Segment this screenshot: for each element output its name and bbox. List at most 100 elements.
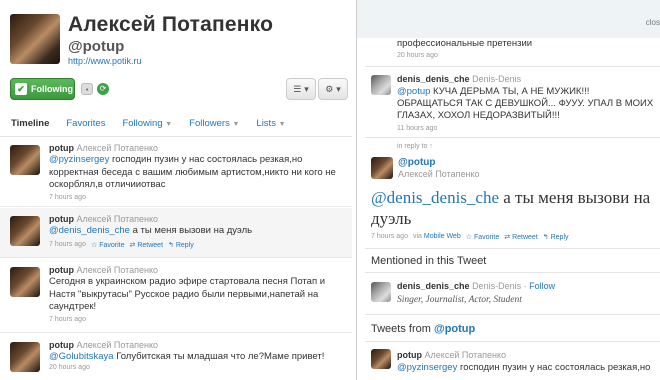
tweet-item[interactable]: potup Алексей Потапенко Сегодня в украин…: [0, 259, 352, 333]
retweet-icon: ⇄: [129, 242, 136, 249]
divider: [365, 66, 660, 67]
tweet-fullname: Алексей Потапенко: [76, 265, 159, 275]
bottom-tweet-username[interactable]: potup: [397, 350, 422, 360]
reply-author-avatar[interactable]: [371, 75, 391, 95]
tweet-mention-link[interactable]: @denis_denis_che: [49, 225, 130, 236]
via-source-link[interactable]: Mobile Web: [424, 233, 461, 240]
settings-menu-button[interactable]: ⚙ ▾: [318, 78, 348, 100]
tweet-time[interactable]: 20 hours ago: [49, 364, 90, 371]
main-author-fullname: Алексей Потапенко: [398, 169, 480, 179]
reply-action[interactable]: ↰ Reply: [543, 233, 569, 241]
tab-followers[interactable]: Followers ▼: [189, 118, 239, 136]
tweet-mention-link[interactable]: @Golubitskaya: [49, 351, 114, 362]
tweet-item-selected[interactable]: potup Алексей Потапенко @denis_denis_che…: [0, 208, 352, 258]
tweet-meta: 7 hours ago: [49, 316, 86, 323]
reply-mention-link[interactable]: @potup: [397, 86, 430, 97]
tweet-text-rest: а ты меня вызови на дуэль: [129, 225, 253, 236]
previous-tweet-time[interactable]: 20 hours ago: [397, 52, 438, 59]
tweet-time[interactable]: 7 hours ago: [49, 241, 86, 249]
mentioned-user-avatar[interactable]: [371, 282, 391, 302]
main-mention-link[interactable]: @denis_denis_che: [371, 188, 499, 207]
follow-link[interactable]: Follow: [529, 281, 555, 291]
main-author-username[interactable]: @potup: [398, 157, 436, 168]
favorite-action[interactable]: ☆ Favorite: [91, 241, 125, 249]
main-tweet-time[interactable]: 7 hours ago: [371, 233, 408, 241]
star-icon: ☆: [90, 242, 98, 249]
chevron-down-icon: ▾: [304, 83, 309, 94]
reply-author-username[interactable]: denis_denis_che: [397, 74, 470, 84]
close-button[interactable]: clos: [646, 18, 660, 27]
bottom-tweet-avatar[interactable]: [371, 349, 391, 369]
profile-avatar[interactable]: [10, 14, 60, 64]
tab-lists-label: Lists: [256, 118, 276, 129]
tweet-avatar[interactable]: [10, 145, 40, 175]
following-button[interactable]: ✔ Following: [10, 78, 75, 100]
reply-tweet-time[interactable]: 11 hours ago: [397, 125, 437, 132]
favorite-action[interactable]: ☆ Favorite: [466, 233, 500, 241]
chevron-down-icon: ▼: [232, 121, 240, 128]
tweet-time[interactable]: 7 hours ago: [49, 194, 86, 201]
gear-icon: ⚙: [325, 83, 334, 94]
bottom-tweet-fullname: Алексей Потапенко: [424, 350, 507, 360]
tweet-header: potup Алексей Потапенко: [49, 214, 158, 224]
tab-timeline[interactable]: Timeline: [11, 118, 49, 136]
star-icon: ☆: [465, 234, 473, 241]
retweet-toggle-icon[interactable]: ⟳: [97, 83, 109, 95]
tweet-meta: 7 hours ago: [49, 194, 86, 201]
following-label: Following: [31, 84, 73, 94]
tab-following-label: Following: [122, 118, 163, 129]
mentioned-fullname: Denis-Denis: [472, 281, 522, 291]
tweet-item[interactable]: potup Алексей Потапенко @Golubitskaya Го…: [0, 334, 352, 380]
tweet-username[interactable]: potup: [49, 143, 74, 153]
reply-action[interactable]: ↰ Reply: [168, 241, 194, 249]
tweet-avatar[interactable]: [10, 267, 40, 297]
retweet-label: Retweet: [512, 234, 538, 241]
tab-lists[interactable]: Lists ▼: [256, 118, 285, 136]
divider: [365, 272, 660, 273]
tab-following[interactable]: Following ▼: [122, 118, 172, 136]
reply-icon: ↰: [168, 242, 174, 249]
bottom-mention-link[interactable]: @pyzinsergey: [397, 362, 457, 373]
tweet-time[interactable]: 7 hours ago: [49, 316, 86, 323]
retweet-label: Retweet: [137, 242, 164, 249]
divider: [365, 248, 660, 249]
main-author-fullname-row: Алексей Потапенко: [398, 169, 480, 179]
tweet-username[interactable]: potup: [49, 214, 74, 224]
tweet-username[interactable]: potup: [49, 265, 74, 275]
via-prefix: via: [412, 233, 422, 240]
tweet-text: @pyzinsergey господин пузин у нас состоя…: [49, 154, 344, 192]
profile-screen-name: @potup: [68, 38, 125, 55]
tweets-from-user-link[interactable]: @potup: [434, 323, 475, 335]
tweet-username[interactable]: potup: [49, 340, 74, 350]
list-menu-button[interactable]: ☰ ▾: [286, 78, 316, 100]
main-author-avatar[interactable]: [371, 157, 393, 179]
mentioned-username[interactable]: denis_denis_che: [397, 281, 470, 291]
in-reply-to-link[interactable]: in reply to ↑: [397, 143, 433, 150]
tweet-text: @denis_denis_che а ты меня вызови на дуэ…: [49, 225, 344, 238]
favorite-label: Favorite: [99, 242, 125, 249]
retweet-action[interactable]: ⇄ Retweet: [504, 233, 538, 241]
tweets-from-title: Tweets from @potup: [371, 323, 475, 335]
separator-dot: ·: [523, 281, 527, 291]
chevron-down-icon: ▼: [278, 121, 286, 128]
tweet-text-rest: Голубитская ты младшая что ле?Маме приве…: [113, 351, 325, 362]
profile-url-link[interactable]: http://www.potik.ru: [68, 56, 142, 66]
mentioned-section-title: Mentioned in this Tweet: [371, 255, 487, 267]
tweet-header: potup Алексей Потапенко: [49, 340, 158, 350]
divider: [365, 314, 660, 315]
device-icon[interactable]: ▪: [81, 83, 93, 95]
tweet-avatar[interactable]: [10, 342, 40, 372]
profile-tabs: Timeline Favorites Following ▼ Followers…: [0, 118, 352, 136]
reply-tweet-header: denis_denis_che Denis-Denis: [397, 74, 521, 84]
tab-favorites[interactable]: Favorites: [66, 118, 105, 136]
tweet-mention-link[interactable]: @pyzinsergey: [49, 154, 109, 165]
retweet-action[interactable]: ⇄ Retweet: [130, 241, 164, 249]
tweet-item[interactable]: potup Алексей Потапенко @pyzinsergey гос…: [0, 137, 352, 207]
tweet-fullname: Алексей Потапенко: [76, 214, 159, 224]
reply-label: Reply: [550, 234, 569, 241]
divider: [365, 137, 660, 138]
tweet-fullname: Алексей Потапенко: [76, 340, 159, 350]
tweet-detail-pane: clos профессиональные претензии 20 hours…: [356, 0, 660, 380]
tweet-avatar[interactable]: [10, 216, 40, 246]
reply-author-fullname: Denis-Denis: [472, 74, 522, 84]
